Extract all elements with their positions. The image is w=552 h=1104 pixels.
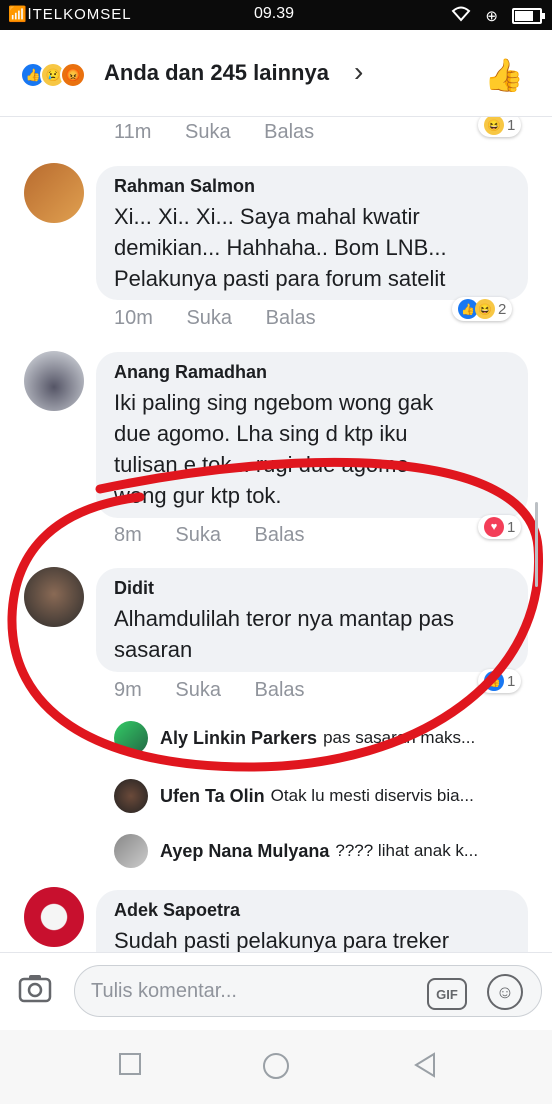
commenter-name[interactable]: Didit — [114, 578, 510, 599]
avatar[interactable] — [114, 834, 148, 868]
avatar[interactable] — [24, 351, 84, 411]
reply-item[interactable]: Ufen Ta Olin Otak lu mesti diservis bia.… — [114, 779, 474, 813]
like-link[interactable]: Suka — [186, 307, 232, 329]
reply-link[interactable]: Balas — [266, 307, 316, 329]
reply-item[interactable]: Ayep Nana Mulyana ???? lihat anak k... — [114, 834, 478, 868]
comments-feed[interactable]: 11m Suka Balas 😆 1 Rahman Salmon Xi... X… — [0, 117, 552, 952]
reaction-count: 1 — [507, 672, 516, 690]
reply-author[interactable]: Aly Linkin Parkers — [160, 728, 317, 749]
reactions-header[interactable]: 👍 😢 😡 Anda dan 245 lainnya › 👍 — [0, 30, 552, 117]
angry-icon: 😡 — [60, 62, 86, 88]
reply-link[interactable]: Balas — [255, 679, 305, 701]
reply-text: Otak lu mesti diservis bia... — [270, 786, 474, 805]
like-link[interactable]: Suka — [175, 679, 221, 701]
comment-input[interactable]: Tulis komentar... GIF ☺ — [74, 965, 542, 1017]
camera-icon[interactable] — [18, 973, 52, 1010]
reaction-badge[interactable]: 👍 😆 2 — [452, 297, 513, 321]
comment-text: Iki paling sing ngebom wong gak due agom… — [114, 390, 434, 508]
like-button-icon[interactable]: 👍 — [484, 56, 524, 94]
like-link[interactable]: Suka — [175, 524, 221, 546]
comment-meta: 10m Suka Balas — [114, 307, 344, 330]
love-icon: ♥ — [484, 517, 504, 537]
avatar[interactable] — [24, 163, 84, 223]
reply-link[interactable]: Balas — [264, 121, 314, 143]
chevron-right-icon[interactable]: › — [354, 56, 363, 88]
commenter-name[interactable]: Rahman Salmon — [114, 176, 510, 197]
status-bar: 📶ǀTELKOMSEL 09.39 ⊕ — [0, 0, 552, 30]
rotation-lock-icon: ⊕ — [485, 8, 498, 25]
home-icon[interactable] — [262, 1052, 290, 1087]
reaction-icons: 👍 😢 😡 — [20, 62, 86, 88]
comment-bubble[interactable]: Didit Alhamdulilah teror nya mantap pas … — [96, 568, 528, 672]
comment-time: 11m — [114, 121, 152, 143]
comment-placeholder: Tulis komentar... — [91, 980, 237, 1002]
back-icon[interactable] — [412, 1052, 438, 1085]
reaction-count: 1 — [507, 117, 516, 134]
reaction-summary[interactable]: Anda dan 245 lainnya — [104, 60, 329, 86]
reaction-badge[interactable]: ♥ 1 — [478, 515, 522, 539]
carrier-label: 📶ǀTELKOMSEL — [8, 6, 132, 23]
system-nav-bar — [0, 1030, 552, 1104]
comment-time: 10m — [114, 307, 153, 329]
comment-time: 8m — [114, 524, 142, 546]
haha-icon: 😆 — [475, 299, 495, 319]
like-icon: 👍 — [484, 671, 504, 691]
avatar[interactable] — [24, 567, 84, 627]
reaction-count: 1 — [507, 518, 516, 536]
haha-icon: 😆 — [484, 117, 504, 135]
commenter-name[interactable]: Adek Sapoetra — [114, 900, 510, 921]
reaction-count: 2 — [498, 300, 507, 318]
comment-composer: Tulis komentar... GIF ☺ — [0, 952, 552, 1031]
comment-meta: 11m Suka Balas — [114, 121, 342, 144]
avatar[interactable] — [114, 721, 148, 755]
recent-apps-icon[interactable] — [118, 1052, 142, 1083]
comment-meta: 8m Suka Balas — [114, 524, 333, 547]
reply-text: pas sasaran maks... — [323, 728, 476, 747]
emoji-icon[interactable]: ☺ — [487, 974, 523, 1010]
comment-meta: 9m Suka Balas — [114, 679, 333, 702]
comment-text: Xi... Xi.. Xi... Saya mahal kwatir demik… — [114, 204, 447, 291]
comment-bubble[interactable]: Anang Ramadhan Iki paling sing ngebom wo… — [96, 352, 528, 518]
reaction-badge[interactable]: 😆 1 — [478, 117, 522, 137]
commenter-name[interactable]: Anang Ramadhan — [114, 362, 510, 383]
reply-item[interactable]: Aly Linkin Parkers pas sasaran maks... — [114, 721, 475, 755]
like-link[interactable]: Suka — [185, 121, 231, 143]
reply-author[interactable]: Ufen Ta Olin — [160, 786, 265, 807]
comment-time: 9m — [114, 679, 142, 701]
reply-link[interactable]: Balas — [255, 524, 305, 546]
battery-fill — [515, 11, 533, 21]
clock: 09.39 — [254, 5, 295, 22]
comment-text: Alhamdulilah teror nya mantap pas sasara… — [114, 606, 454, 662]
gif-icon[interactable]: GIF — [427, 978, 467, 1010]
comment-bubble[interactable]: Adek Sapoetra Sudah pasti pelakunya para… — [96, 890, 528, 952]
battery-icon — [512, 8, 545, 24]
reaction-badge[interactable]: 👍 1 — [478, 669, 522, 693]
avatar[interactable] — [24, 887, 84, 947]
reply-text: ???? lihat anak k... — [335, 841, 479, 860]
comment-text: Sudah pasti pelakunya para treker — [114, 928, 450, 952]
reply-author[interactable]: Ayep Nana Mulyana — [160, 841, 329, 862]
wifi-icon — [451, 6, 471, 26]
avatar[interactable] — [114, 779, 148, 813]
scrollbar[interactable] — [535, 502, 538, 587]
comment-bubble[interactable]: Rahman Salmon Xi... Xi.. Xi... Saya maha… — [96, 166, 528, 300]
